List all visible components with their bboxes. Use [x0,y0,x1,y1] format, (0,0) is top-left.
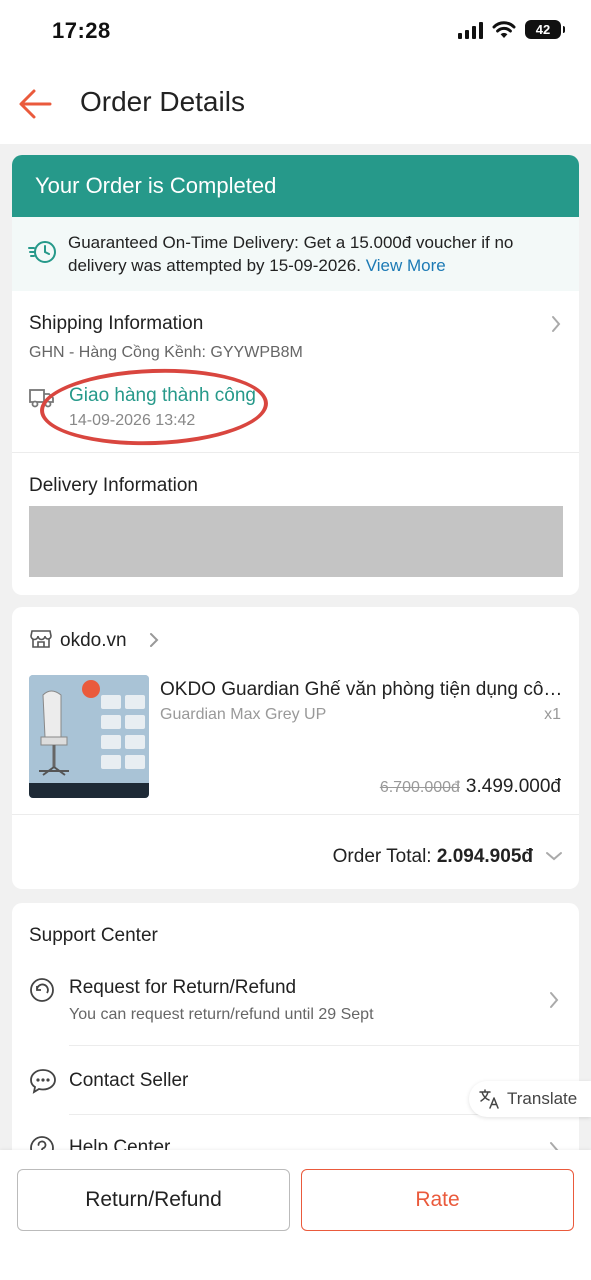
app-header: Order Details [0,64,591,144]
back-button[interactable] [16,84,56,124]
shipping-carrier: GHN - Hàng Cồng Kềnh: GYYWPB8M [29,344,303,361]
original-price: 6.700.000đ [379,779,460,796]
order-total: Order Total: 2.094.905đ [333,846,533,868]
back-arrow-icon [19,89,52,119]
chat-bubble-icon [30,1069,56,1094]
request-return-refund-item[interactable]: Request for Return/Refund You can reques… [12,965,579,1045]
support-item-sublabel: You can request return/refund until 29 S… [69,1006,374,1023]
guarantee-message: Guaranteed On-Time Delivery: Get a 15.00… [68,233,514,275]
product-variant: Guardian Max Grey UP [160,706,327,723]
redacted-address [29,506,563,577]
product-item[interactable]: OKDO Guardian Ghế văn phòng tiện dụng cô… [12,667,579,815]
return-refund-button[interactable]: Return/Refund [17,1169,290,1231]
order-total-value: 2.094.905đ [436,846,533,867]
return-icon [30,978,54,1002]
translate-button[interactable]: Translate [469,1081,591,1117]
order-status-card: Your Order is Completed Guaranteed On-Ti… [12,155,579,595]
order-total-row[interactable]: Order Total: 2.094.905đ [12,815,579,889]
order-total-label: Order Total: [332,846,432,867]
chevron-right-icon [550,992,559,1008]
chevron-right-icon [552,316,561,332]
shop-row[interactable]: okdo.vn [12,607,579,667]
support-item-label: Request for Return/Refund [69,977,297,998]
shipping-information[interactable]: Shipping Information GHN - Hàng Cồng Kền… [12,291,579,453]
product-title: OKDO Guardian Ghế văn phòng tiện dụng cô… [160,679,564,700]
translate-label: Translate [507,1089,578,1108]
guarantee-text: Guaranteed On-Time Delivery: Get a 15.00… [68,231,568,277]
shop-name: okdo.vn [60,630,127,651]
view-more-link[interactable]: View More [366,256,446,275]
red-circle-annotation [38,365,270,449]
status-bar: 17:28 42 [0,0,591,64]
signal-icon [458,21,483,39]
page-title: Order Details [80,86,245,117]
clock-delivery-icon [28,241,56,263]
rate-button[interactable]: Rate [301,1169,574,1231]
bottom-action-bar: Return/Refund Rate [0,1150,591,1280]
wifi-icon [492,20,516,38]
status-icons: 42 [458,20,565,39]
on-time-guarantee: Guaranteed On-Time Delivery: Get a 15.00… [12,217,579,291]
chevron-down-icon [546,852,562,861]
support-item-label: Contact Seller [69,1070,189,1091]
sale-price: 3.499.000đ [465,776,561,797]
office-chair-image [29,675,149,798]
price-row: 6.700.000đ 3.499.000đ [380,776,561,798]
battery-indicator: 42 [525,20,565,39]
product-quantity: x1 [544,706,561,723]
translate-icon [479,1089,499,1109]
delivery-title: Delivery Information [29,475,198,496]
delivery-information: Delivery Information [12,453,579,595]
shipping-title: Shipping Information [29,313,204,334]
product-thumbnail [29,675,149,798]
support-center-title: Support Center [29,925,158,946]
store-icon [30,630,52,648]
order-items-card: okdo.vn OKDO Guardian Ghế văn phòng tiện… [12,607,579,889]
status-time: 17:28 [52,18,111,43]
order-completed-banner: Your Order is Completed [12,155,579,217]
chevron-right-icon [150,633,159,647]
